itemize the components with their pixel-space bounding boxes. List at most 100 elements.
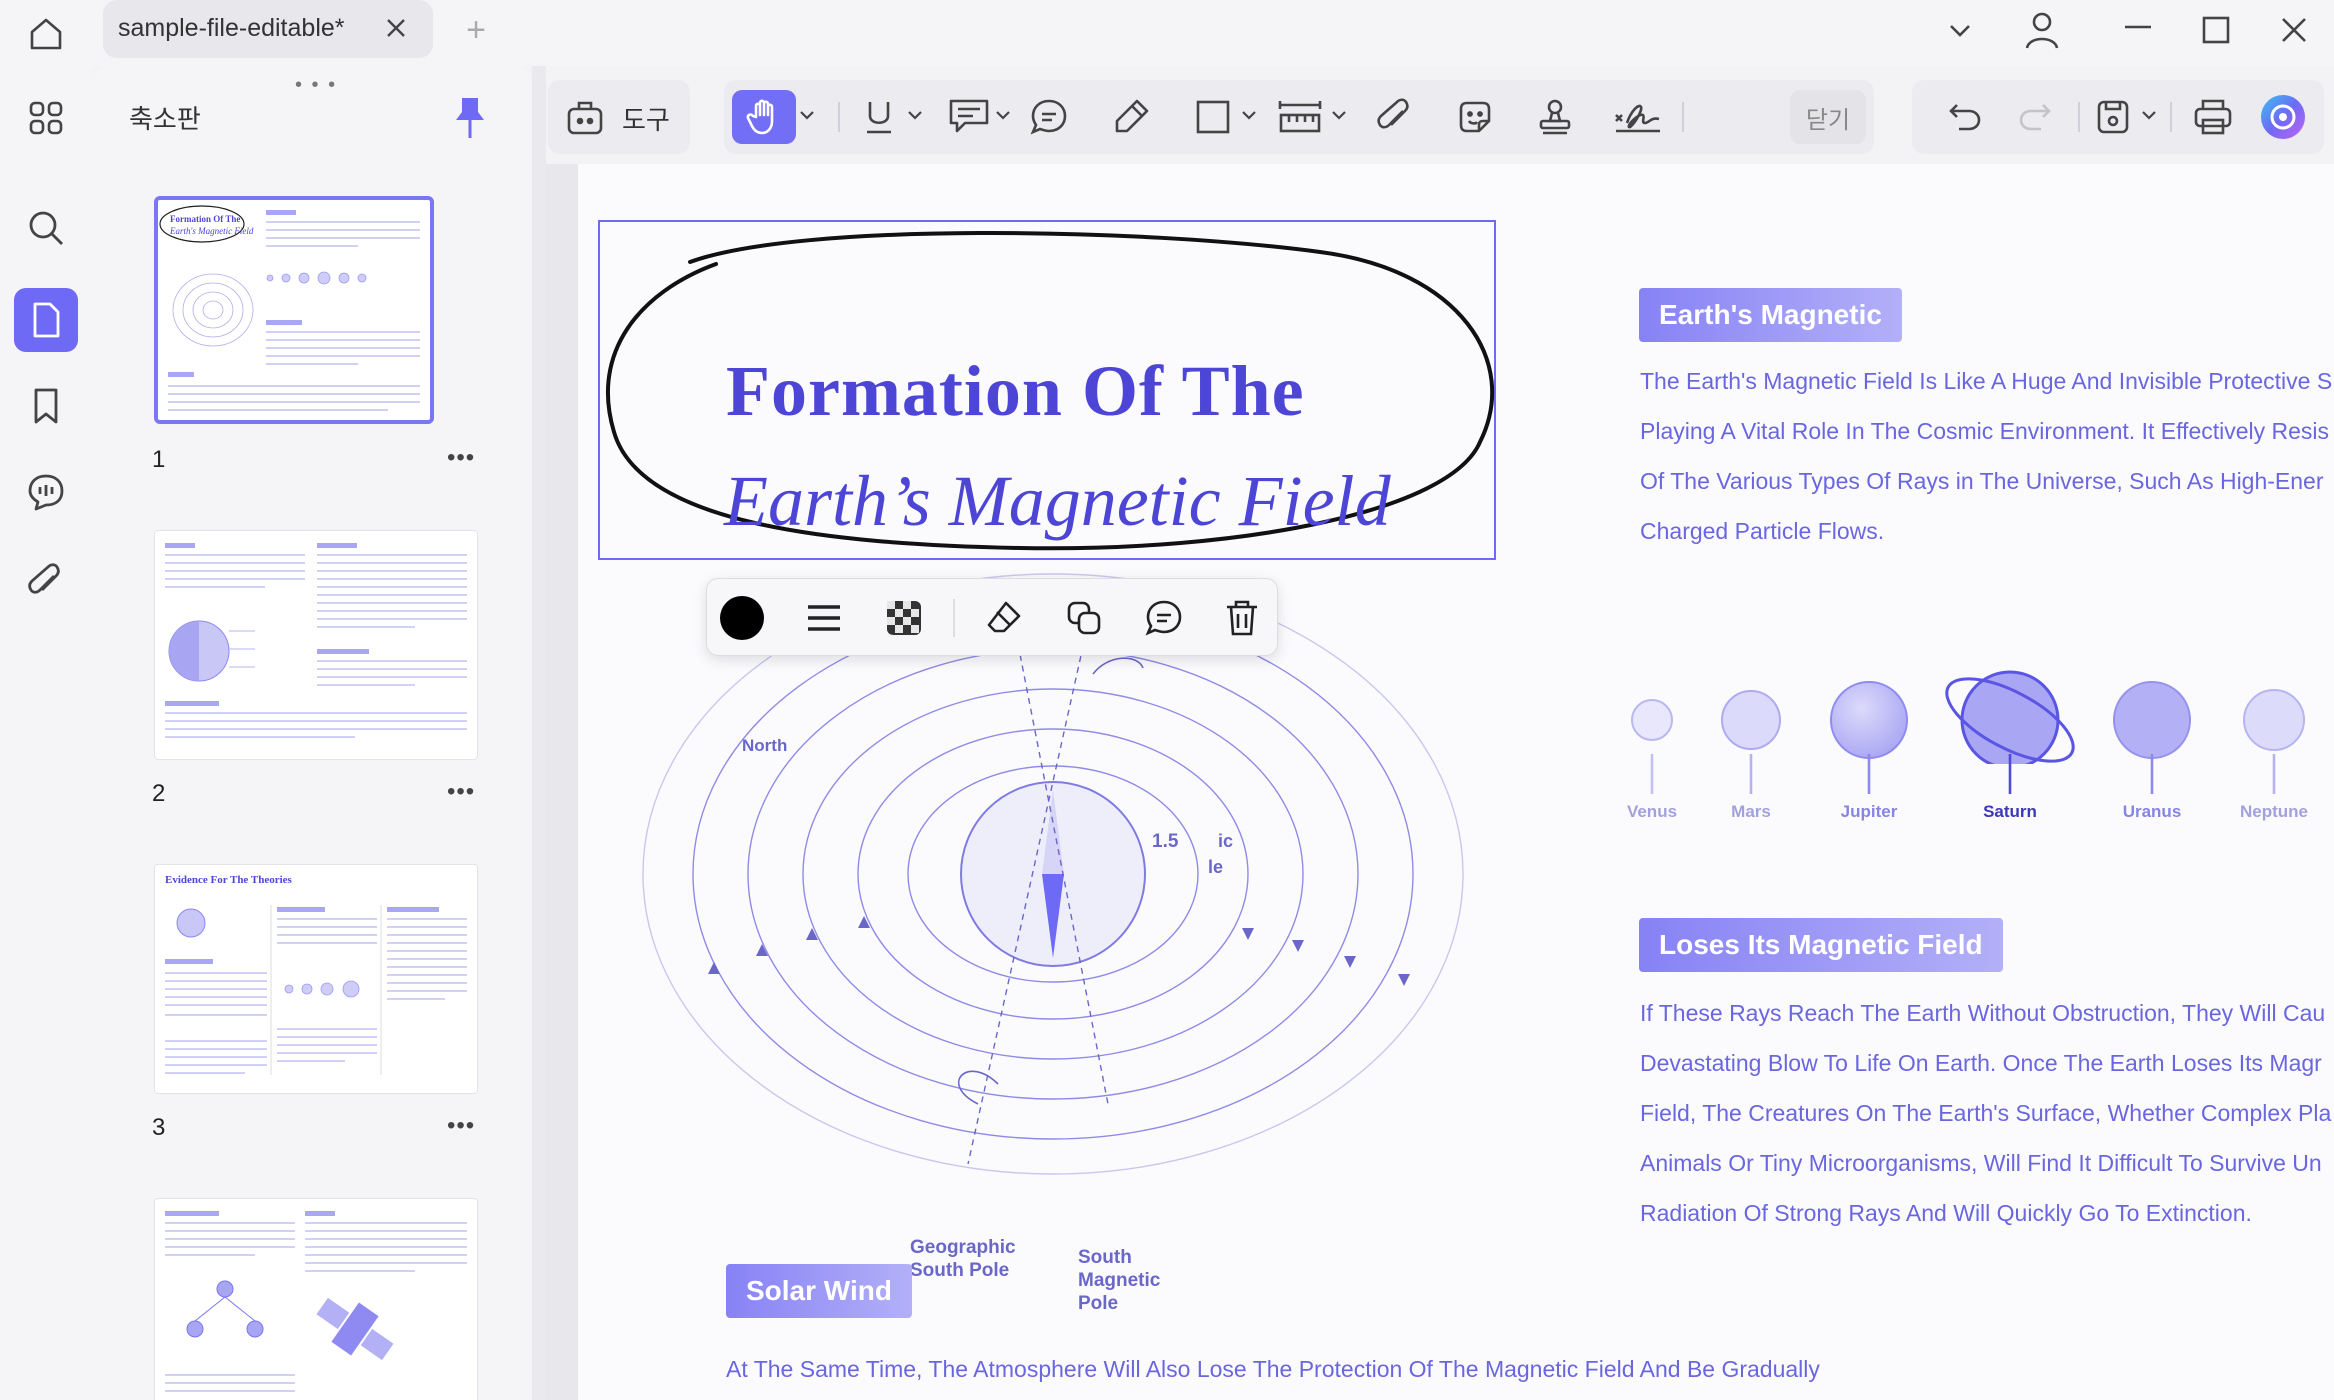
section-badge-earths-magnetic: Earth's Magnetic: [1639, 288, 1902, 342]
diagram-geographic-north-fragment-1: ic: [1218, 831, 1234, 851]
panel-title: 축소판: [129, 104, 201, 134]
text-comment-tool-icon[interactable]: [944, 90, 994, 144]
measure-dropdown-icon[interactable]: [1330, 106, 1348, 124]
eraser-icon[interactable]: [981, 595, 1027, 641]
tab-title: sample-file-editable*: [118, 14, 345, 42]
selected-title-annotation[interactable]: Formation Of The Earth’s Magnetic Field: [598, 220, 1496, 560]
document-canvas[interactable]: North ic le 1.5 Geographic South Pole So…: [546, 164, 2334, 1400]
home-icon[interactable]: [22, 10, 70, 58]
page-number-2: 2: [152, 780, 166, 807]
attachment-icon[interactable]: [14, 550, 78, 614]
planet-label-uranus: Uranus: [2122, 802, 2182, 821]
section1-line-4: Charged Particle Flows.: [1640, 518, 1885, 544]
thumbnails-page-icon[interactable]: [14, 288, 78, 352]
color-swatch-black[interactable]: [719, 595, 765, 641]
underline-tool-icon[interactable]: [854, 90, 904, 144]
opacity-checker-icon[interactable]: [881, 595, 927, 641]
comment-bubble-icon[interactable]: [1024, 90, 1074, 144]
search-icon[interactable]: [14, 196, 78, 260]
tools-toolbox-icon[interactable]: [560, 90, 610, 144]
document-tab[interactable]: sample-file-editable*: [103, 0, 433, 58]
section2-line-2: Devastating Blow To Life On Earth. Once …: [1640, 1050, 2322, 1076]
pin-icon[interactable]: [452, 96, 488, 140]
section2-line-5: Radiation Of Strong Rays And Will Quickl…: [1640, 1200, 2252, 1226]
planet-label-mars: Mars: [1731, 802, 1771, 821]
diagram-geographic-south-label-line1: Geographic: [910, 1237, 1016, 1258]
delete-trash-icon[interactable]: [1219, 595, 1265, 641]
uranus-planet: [2113, 681, 2191, 759]
document-page: North ic le 1.5 Geographic South Pole So…: [578, 164, 2334, 1400]
app-window: sample-file-editable* + • • • 축소판 Format…: [0, 0, 2334, 1400]
diagram-magnetic-south-label-line1: South: [1078, 1247, 1132, 1268]
shape-dropdown-icon[interactable]: [1240, 106, 1258, 124]
user-account-icon[interactable]: [2022, 8, 2062, 52]
minimize-icon[interactable]: [2118, 12, 2158, 42]
jupiter-planet: [1830, 681, 1908, 759]
page-thumbnail-1[interactable]: Formation Of The Earth's Magnetic Field: [154, 196, 434, 424]
sticker-icon[interactable]: [1450, 90, 1500, 144]
section1-paragraph: The Earth's Magnetic Field Is Like A Hug…: [1640, 356, 2332, 556]
print-icon[interactable]: [2186, 90, 2240, 144]
page-thumbnail-2[interactable]: [154, 530, 478, 760]
page-3-more-button[interactable]: •••: [447, 1112, 475, 1140]
section3-line-1: At The Same Time, The Atmosphere Will Al…: [726, 1356, 1820, 1382]
hand-tool-dropdown-icon[interactable]: [798, 106, 816, 124]
thumb-1-heading-line2: Earth's Magnetic Field: [169, 226, 254, 236]
chevron-down-icon[interactable]: [1944, 14, 1976, 46]
maximize-icon[interactable]: [2196, 10, 2236, 50]
redo-icon: [2012, 90, 2058, 144]
stamp-icon[interactable]: [1530, 90, 1580, 144]
neptune-planet: [2243, 689, 2305, 751]
page-2-more-button[interactable]: •••: [447, 778, 475, 806]
highlighter-pen-icon[interactable]: [1106, 90, 1156, 144]
planets-illustration: [1631, 670, 2305, 764]
section2-line-4: Animals Or Tiny Microorganisms, Will Fin…: [1640, 1150, 2322, 1176]
section-badge-solar-wind: Solar Wind: [726, 1264, 912, 1318]
planet-label-neptune: Neptune: [2240, 802, 2308, 821]
panel-splitter[interactable]: [532, 66, 546, 1400]
hand-tool-icon[interactable]: [732, 90, 796, 144]
line-thickness-icon[interactable]: [801, 595, 847, 641]
apps-grid-icon[interactable]: [14, 86, 78, 150]
save-dropdown-icon[interactable]: [2140, 106, 2158, 124]
section1-line-3: Of The Various Types Of Rays in The Univ…: [1640, 468, 2324, 494]
thumb-3-heading: Evidence For The Theories: [165, 874, 293, 886]
page-1-more-button[interactable]: •••: [447, 444, 475, 472]
add-comment-icon[interactable]: [1141, 595, 1187, 641]
rectangle-shape-icon[interactable]: [1188, 90, 1238, 144]
diagram-geographic-north-fragment-2: le: [1208, 857, 1224, 877]
measure-ruler-icon[interactable]: [1272, 90, 1328, 144]
title-line-1: Formation Of The: [726, 351, 1305, 431]
venus-planet: [1631, 699, 1673, 741]
page-thumbnail-4[interactable]: [154, 1198, 478, 1400]
page-thumbnail-3[interactable]: Evidence For The Theories: [154, 864, 478, 1094]
annotation-toolbar: [724, 80, 1874, 154]
mars-planet: [1721, 690, 1781, 750]
underline-dropdown-icon[interactable]: [906, 106, 924, 124]
page-number-1: 1: [152, 446, 166, 473]
text-comment-dropdown-icon[interactable]: [994, 106, 1012, 124]
left-rail: [0, 66, 92, 1400]
close-tab-icon[interactable]: [381, 13, 411, 43]
signature-icon[interactable]: [1610, 90, 1666, 144]
section1-line-1: The Earth's Magnetic Field Is Like A Hug…: [1640, 368, 2333, 394]
comments-icon[interactable]: [14, 460, 78, 524]
save-icon[interactable]: [2088, 90, 2138, 144]
diagram-north-label: North: [742, 736, 788, 755]
thumb-1-heading-line1: Formation Of The: [170, 214, 240, 224]
diagram-magnetic-south-label-line2: Magnetic: [1078, 1270, 1161, 1291]
annotation-context-toolbar: [706, 578, 1278, 656]
attach-file-icon[interactable]: [1370, 90, 1420, 144]
ai-assistant-icon[interactable]: [2256, 90, 2310, 144]
diagram-magnetic-south-label-line3: Pole: [1078, 1293, 1119, 1314]
duplicate-icon[interactable]: [1061, 595, 1107, 641]
close-toolbar-button[interactable]: 닫기: [1790, 90, 1866, 144]
bookmark-icon[interactable]: [14, 374, 78, 438]
undo-icon[interactable]: [1942, 90, 1988, 144]
new-tab-button[interactable]: +: [458, 11, 494, 49]
tools-label[interactable]: 도구: [622, 100, 670, 137]
planet-label-saturn: Saturn: [1983, 802, 2037, 821]
title-line-2: Earth’s Magnetic Field: [724, 461, 1391, 541]
panel-grip-handle[interactable]: • • •: [295, 74, 337, 97]
close-window-icon[interactable]: [2274, 10, 2314, 50]
